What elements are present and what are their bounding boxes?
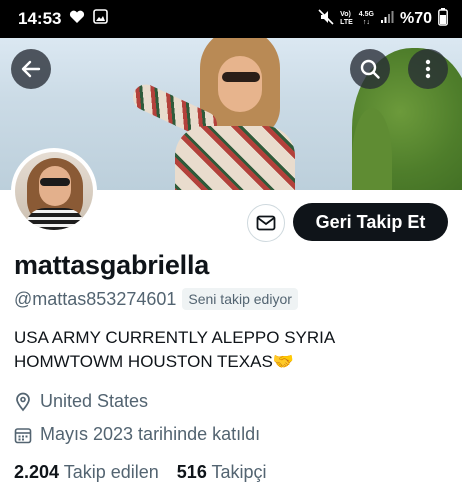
avatar-face — [39, 166, 71, 206]
banner-sunglasses — [222, 72, 260, 82]
banner-person-dress — [175, 126, 295, 190]
avatar[interactable] — [11, 148, 97, 234]
signal-icon — [380, 10, 394, 29]
following-count: 2.204 — [14, 462, 60, 482]
volte-indicator: Vo) LTE — [340, 11, 353, 27]
avatar-sunglasses — [40, 178, 70, 186]
follow-counts: 2.204 Takip edilen 516 Takipçi — [14, 462, 267, 483]
calendar-icon — [14, 427, 32, 443]
profile-bio: USA ARMY CURRENTLY ALEPPO SYRIA HOMWTOWM… — [14, 328, 336, 371]
battery-icon — [438, 7, 448, 31]
network-arrows: ↑↓ — [362, 19, 370, 26]
follows-you-badge: Seni takip ediyor — [182, 288, 298, 310]
mute-icon — [318, 8, 334, 30]
back-button[interactable] — [11, 49, 51, 89]
more-vertical-icon — [425, 59, 431, 79]
more-button[interactable] — [408, 49, 448, 89]
followers-link[interactable]: 516 Takipçi — [177, 462, 267, 483]
location-row: United States — [14, 391, 148, 412]
status-bar: 14:53 Vo) LTE 4.5G ↑↓ %70 — [0, 0, 462, 38]
network-type: 4.5G — [358, 11, 374, 18]
followers-label: Takipçi — [211, 462, 267, 482]
avatar-striped-top — [25, 208, 85, 230]
message-button[interactable] — [247, 204, 285, 242]
banner-person-face — [218, 56, 262, 112]
mail-icon — [256, 215, 276, 231]
joined-row: Mayıs 2023 tarihinde katıldı — [14, 424, 260, 445]
following-link[interactable]: 2.204 Takip edilen — [14, 462, 159, 483]
location-pin-icon — [16, 392, 30, 411]
battery-text: %70 — [399, 10, 432, 27]
clock: 14:53 — [18, 9, 62, 28]
followers-count: 516 — [176, 462, 207, 482]
gallery-icon — [93, 9, 109, 29]
heart-icon — [69, 10, 85, 29]
volte-top: Vo) — [340, 11, 351, 18]
handle-row: @mattas853274601 Seni takip ediyor — [14, 288, 298, 310]
profile-joined: Mayıs 2023 tarihinde katıldı — [40, 424, 261, 444]
search-icon — [360, 59, 380, 79]
profile-handle: @mattas853274601 — [14, 288, 177, 309]
avatar-photo — [15, 152, 93, 230]
arrow-left-icon — [21, 60, 41, 78]
volte-bottom: LTE — [340, 19, 353, 26]
search-button[interactable] — [350, 49, 390, 89]
network-indicator: 4.5G ↑↓ — [359, 11, 374, 27]
profile-name: mattasgabriella — [14, 250, 210, 280]
following-label: Takip edilen — [63, 462, 159, 482]
follow-back-button[interactable]: Geri Takip Et — [293, 203, 448, 241]
profile-location: United States — [40, 391, 149, 411]
